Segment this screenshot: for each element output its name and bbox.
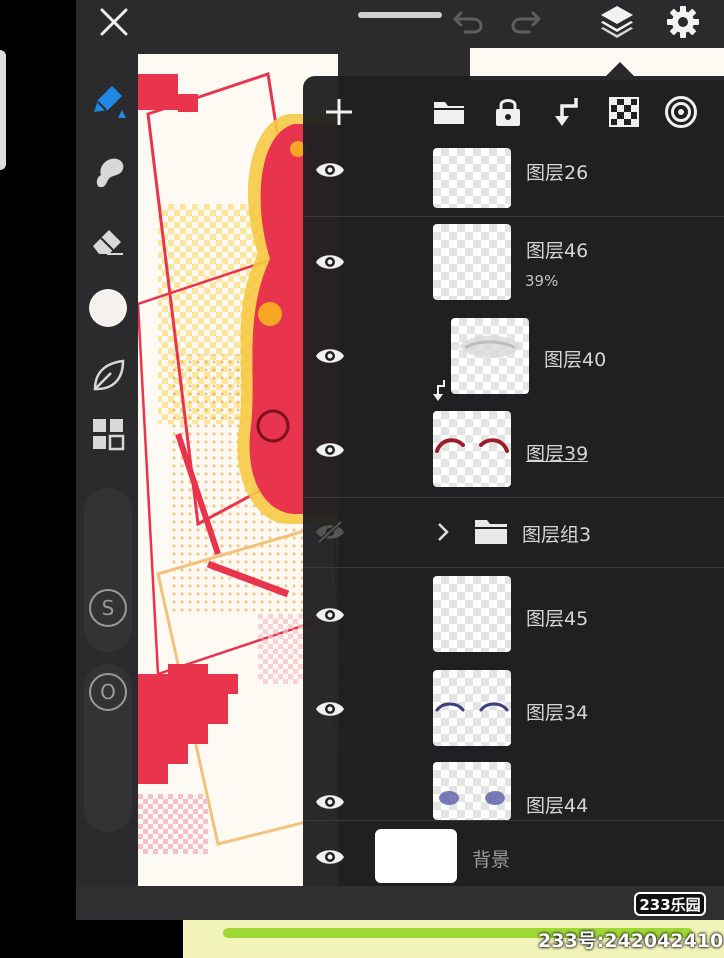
- redo-button[interactable]: [506, 4, 546, 38]
- left-edge-tab: [0, 50, 6, 170]
- thumbnail-art: [435, 702, 509, 712]
- eye-icon: [316, 795, 344, 809]
- layer-thumbnail[interactable]: [451, 318, 529, 394]
- layer-visibility-toggle[interactable]: [313, 437, 347, 463]
- size-slider-thumb[interactable]: S: [86, 586, 130, 630]
- layer-group-name[interactable]: 图层组3: [522, 520, 591, 547]
- brush-icon: [94, 86, 126, 118]
- eye-icon: [316, 702, 344, 716]
- grid-icon: [93, 419, 125, 451]
- eye-icon: [316, 608, 344, 622]
- eraser-icon: [93, 230, 123, 255]
- add-layer-button[interactable]: [317, 90, 361, 134]
- layer-name[interactable]: 图层26: [526, 158, 588, 185]
- clipping-arrow-icon: [433, 380, 445, 401]
- checker-icon: [609, 97, 639, 127]
- row-divider: [303, 567, 724, 568]
- smudge-icon: [96, 158, 124, 187]
- layer-thumbnail[interactable]: [433, 148, 511, 208]
- layer-visibility-toggle[interactable]: [313, 249, 347, 275]
- shape-tool[interactable]: [86, 354, 130, 398]
- layer-reference-button[interactable]: [659, 90, 703, 134]
- row-divider: [303, 216, 724, 217]
- lock-layer-button[interactable]: [486, 90, 530, 134]
- folder-icon: [434, 102, 464, 124]
- layer-thumbnail[interactable]: [433, 224, 511, 300]
- layer-visibility-toggle[interactable]: [313, 157, 347, 183]
- layer-name[interactable]: 图层45: [526, 604, 588, 631]
- row-divider: [303, 820, 724, 821]
- row-divider: [303, 497, 724, 498]
- layer-opacity: 39%: [525, 272, 559, 290]
- settings-button[interactable]: [662, 2, 704, 42]
- drag-handle[interactable]: [358, 12, 442, 18]
- layer-thumbnail[interactable]: [433, 411, 511, 487]
- chevron-right-icon: [438, 523, 449, 541]
- background-layer-thumbnail[interactable]: [375, 829, 457, 883]
- layers-panel-caret: [606, 62, 634, 76]
- thumbnail-art: [459, 335, 521, 358]
- layer-name[interactable]: 图层40: [544, 345, 606, 372]
- layer-name[interactable]: 图层44: [526, 791, 588, 818]
- color-picker-button[interactable]: [86, 286, 130, 330]
- thumbnail-art: [435, 438, 509, 453]
- eye-icon: [316, 443, 344, 457]
- smudge-tool[interactable]: [86, 150, 130, 194]
- clipping-mask-button[interactable]: [544, 90, 588, 134]
- layer-thumbnail[interactable]: [433, 670, 511, 746]
- leaf-icon: [93, 359, 125, 391]
- opacity-slider-label: O: [89, 673, 127, 711]
- add-folder-button[interactable]: [427, 90, 471, 134]
- layer-visibility-toggle[interactable]: [313, 602, 347, 628]
- layer-name[interactable]: 图层39: [526, 439, 588, 466]
- redo-icon: [511, 11, 541, 34]
- undo-button[interactable]: [448, 4, 488, 38]
- color-swatch: [89, 289, 127, 327]
- bottom-status-bar: [76, 886, 724, 920]
- layer-visibility-toggle[interactable]: [313, 844, 347, 870]
- close-button[interactable]: [96, 4, 132, 40]
- size-slider-label: S: [89, 589, 127, 627]
- layer-visibility-toggle[interactable]: [313, 519, 347, 545]
- thumbnail-art: [439, 791, 505, 805]
- layer-name[interactable]: 图层46: [526, 236, 588, 263]
- target-icon: [665, 96, 697, 128]
- layer-visibility-toggle[interactable]: [313, 343, 347, 369]
- close-icon: [100, 8, 128, 36]
- watermark-logo: 233乐园: [634, 892, 706, 916]
- layers-icon: [601, 6, 633, 38]
- eraser-tool[interactable]: [86, 218, 130, 262]
- undo-icon: [453, 11, 483, 34]
- opacity-slider-thumb[interactable]: O: [86, 670, 130, 714]
- brush-tool[interactable]: [86, 78, 130, 122]
- watermark-id: 233号:242042410: [538, 930, 724, 952]
- group-folder-icon: [475, 520, 507, 544]
- app-screen: S O 图层26 图层46 39% 图层40 图层39 图层组3 图层45 图层…: [0, 0, 724, 958]
- layer-visibility-toggle[interactable]: [313, 789, 347, 815]
- group-expand-button[interactable]: [432, 519, 454, 545]
- layers-panel: [303, 76, 724, 886]
- lock-icon: [496, 99, 520, 126]
- gallery-tool[interactable]: [86, 412, 130, 456]
- layer-name[interactable]: 图层34: [526, 698, 588, 725]
- eye-icon: [316, 163, 344, 177]
- layers-button[interactable]: [596, 2, 638, 40]
- layer-name[interactable]: 背景: [472, 845, 510, 872]
- alpha-lock-button[interactable]: [602, 90, 646, 134]
- eye-icon: [316, 255, 344, 269]
- eye-icon: [316, 850, 344, 864]
- add-layer-icon: [326, 99, 352, 125]
- eye-hidden-icon: [316, 520, 344, 544]
- layer-thumbnail[interactable]: [433, 762, 511, 820]
- eye-icon: [316, 349, 344, 363]
- layer-visibility-toggle[interactable]: [313, 696, 347, 722]
- clip-arrow-icon: [555, 98, 578, 126]
- gear-icon: [667, 6, 699, 38]
- layer-thumbnail[interactable]: [433, 576, 511, 652]
